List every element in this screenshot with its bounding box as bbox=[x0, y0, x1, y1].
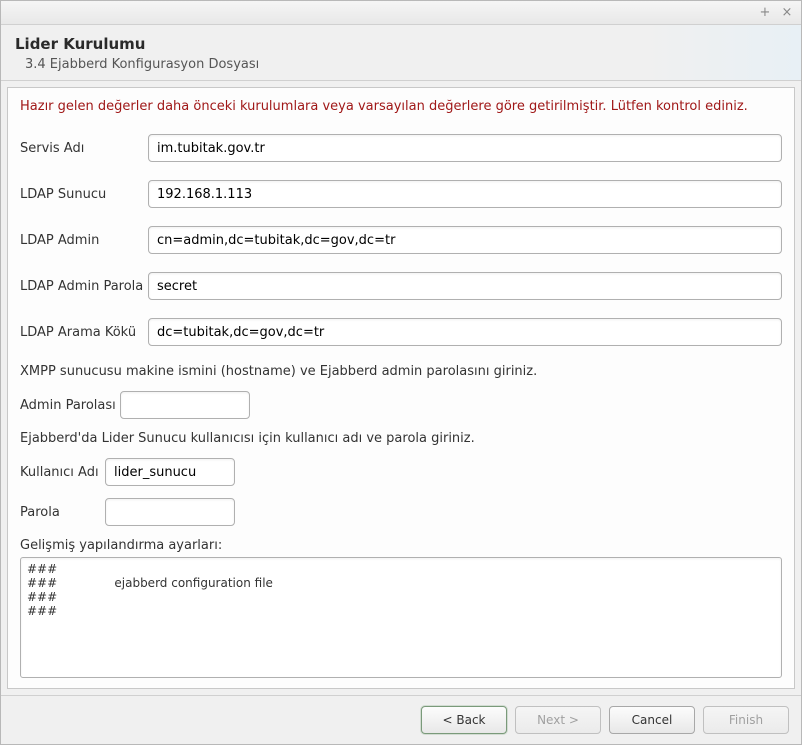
minimize-icon[interactable]: + bbox=[759, 7, 771, 19]
close-icon[interactable]: × bbox=[781, 7, 793, 19]
row-password: Parola bbox=[20, 498, 782, 526]
label-service-name: Servis Adı bbox=[20, 141, 148, 156]
row-ldap-search-root: LDAP Arama Kökü bbox=[20, 318, 782, 346]
label-admin-pass: Admin Parolası bbox=[20, 398, 120, 413]
label-ldap-search-root: LDAP Arama Kökü bbox=[20, 325, 148, 340]
finish-button: Finish bbox=[703, 706, 789, 734]
row-ldap-server: LDAP Sunucu bbox=[20, 180, 782, 208]
input-ldap-search-root[interactable] bbox=[148, 318, 782, 346]
input-ldap-admin[interactable] bbox=[148, 226, 782, 254]
label-username: Kullanıcı Adı bbox=[20, 465, 105, 480]
xmpp-note: XMPP sunucusu makine ismini (hostname) v… bbox=[20, 364, 782, 379]
content-area: Hazır gelen değerler daha önceki kurulum… bbox=[1, 81, 801, 695]
row-ldap-admin: LDAP Admin bbox=[20, 226, 782, 254]
input-password[interactable] bbox=[105, 498, 235, 526]
cancel-button[interactable]: Cancel bbox=[609, 706, 695, 734]
advanced-label: Gelişmiş yapılandırma ayarları: bbox=[20, 538, 782, 553]
lider-note: Ejabberd'da Lider Sunucu kullanıcısı içi… bbox=[20, 431, 782, 446]
installer-window: + × Lider Kurulumu 3.4 Ejabberd Konfigur… bbox=[0, 0, 802, 745]
input-service-name[interactable] bbox=[148, 134, 782, 162]
config-textarea[interactable] bbox=[20, 557, 782, 678]
row-ldap-admin-pass: LDAP Admin Parola bbox=[20, 272, 782, 300]
row-service-name: Servis Adı bbox=[20, 134, 782, 162]
back-button[interactable]: < Back bbox=[421, 706, 507, 734]
titlebar: + × bbox=[1, 1, 801, 25]
form-container: Hazır gelen değerler daha önceki kurulum… bbox=[7, 87, 795, 689]
warning-text: Hazır gelen değerler daha önceki kurulum… bbox=[20, 98, 782, 116]
row-admin-pass: Admin Parolası bbox=[20, 391, 782, 419]
page-subtitle: 3.4 Ejabberd Konfigurasyon Dosyası bbox=[25, 57, 787, 72]
page-title: Lider Kurulumu bbox=[15, 35, 787, 53]
label-ldap-server: LDAP Sunucu bbox=[20, 187, 148, 202]
input-ldap-server[interactable] bbox=[148, 180, 782, 208]
label-ldap-admin-pass: LDAP Admin Parola bbox=[20, 279, 148, 294]
next-button: Next > bbox=[515, 706, 601, 734]
wizard-footer: < Back Next > Cancel Finish bbox=[1, 695, 801, 744]
label-password: Parola bbox=[20, 505, 105, 520]
wizard-header: Lider Kurulumu 3.4 Ejabberd Konfigurasyo… bbox=[1, 25, 801, 81]
label-ldap-admin: LDAP Admin bbox=[20, 233, 148, 248]
input-ldap-admin-pass[interactable] bbox=[148, 272, 782, 300]
input-username[interactable] bbox=[105, 458, 235, 486]
input-admin-pass[interactable] bbox=[120, 391, 250, 419]
row-username: Kullanıcı Adı bbox=[20, 458, 782, 486]
